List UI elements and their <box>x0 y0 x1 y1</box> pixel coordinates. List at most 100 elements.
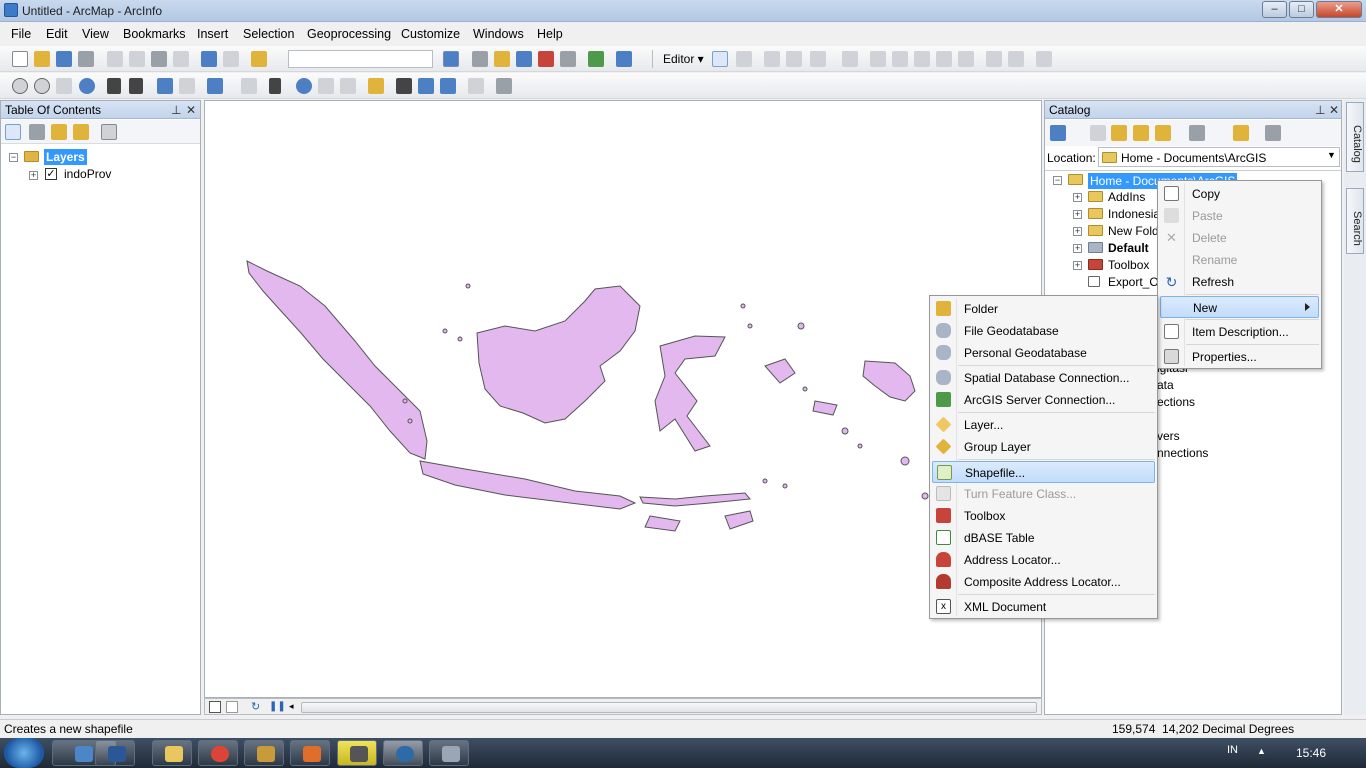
html-popup-icon[interactable] <box>340 78 356 94</box>
python-window-icon[interactable] <box>560 51 576 67</box>
menu-windows[interactable]: Windows <box>473 27 524 41</box>
whats-this-icon[interactable] <box>616 51 632 67</box>
catalog-pin-icon[interactable]: ⊥ <box>1315 103 1325 117</box>
catalog-side-tab[interactable]: Catalog <box>1346 102 1364 172</box>
submenu-item-composite-address-locator[interactable]: Composite Address Locator... <box>932 571 1155 593</box>
trace-icon[interactable] <box>810 51 826 67</box>
submenu-item-toolbox[interactable]: Toolbox <box>932 505 1155 527</box>
menu-customize[interactable]: Customize <box>401 27 460 41</box>
list-by-drawing-order-icon[interactable] <box>5 124 21 140</box>
data-view-icon[interactable] <box>209 701 221 713</box>
add-data-icon[interactable] <box>251 51 267 67</box>
layout-view-icon[interactable] <box>226 701 238 713</box>
zoom-in-icon[interactable] <box>12 78 28 94</box>
tree-item-partial[interactable]: nnections <box>1157 446 1208 460</box>
identify-icon[interactable] <box>296 78 312 94</box>
find-route-icon[interactable] <box>418 78 434 94</box>
submenu-item-spatial-db-connection[interactable]: Spatial Database Connection... <box>932 367 1155 389</box>
delete-icon[interactable] <box>173 51 189 67</box>
copy-icon[interactable] <box>129 51 145 67</box>
editor-options-icon[interactable] <box>1036 51 1052 67</box>
goto-xy-icon[interactable] <box>440 78 456 94</box>
tree-item[interactable]: Toolbox <box>1108 258 1149 272</box>
list-by-selection-icon[interactable] <box>73 124 89 140</box>
tree-expand-icon[interactable]: + <box>1073 227 1082 236</box>
map-view[interactable] <box>204 100 1042 698</box>
taskbar-arccatalog[interactable] <box>429 740 469 766</box>
taskbar-app-6[interactable] <box>337 740 377 766</box>
up-one-level-icon[interactable] <box>1111 125 1127 141</box>
editor-menu[interactable]: Editor ▾ <box>663 52 704 66</box>
minimize-button[interactable]: – <box>1262 1 1287 18</box>
submenu-item-address-locator[interactable]: Address Locator... <box>932 549 1155 571</box>
toggle-contents-icon[interactable] <box>1265 125 1281 141</box>
select-features-icon[interactable] <box>207 78 223 94</box>
arctoolbox-icon[interactable] <box>538 51 554 67</box>
back-icon[interactable] <box>1050 125 1066 141</box>
scale-combo[interactable] <box>288 50 433 68</box>
layer-indoprov[interactable]: indoProv <box>64 167 111 181</box>
views-icon[interactable] <box>1189 125 1205 141</box>
taskbar-explorer[interactable] <box>152 740 192 766</box>
menu-view[interactable]: View <box>82 27 109 41</box>
menu-item-item-description[interactable]: Item Description... <box>1160 321 1319 343</box>
clock[interactable]: 15:46 <box>1296 746 1326 760</box>
open-icon[interactable] <box>34 51 50 67</box>
menu-file[interactable]: File <box>11 27 31 41</box>
measure-icon[interactable] <box>368 78 384 94</box>
submenu-item-arcgis-server-connection[interactable]: ArcGIS Server Connection... <box>932 389 1155 411</box>
full-extent-icon[interactable] <box>79 78 95 94</box>
modelbuilder-icon[interactable] <box>588 51 604 67</box>
pin-icon[interactable]: ⊥ <box>171 103 181 117</box>
location-combo[interactable]: Home - Documents\ArcGIS ▼ <box>1098 147 1340 167</box>
start-button[interactable] <box>4 738 44 768</box>
forward-icon[interactable] <box>1090 125 1106 141</box>
toc-close-icon[interactable]: ✕ <box>186 103 196 117</box>
attributes-icon[interactable] <box>986 51 1002 67</box>
tree-item-partial[interactable]: vers <box>1157 429 1180 443</box>
expand-icon[interactable]: + <box>29 171 38 180</box>
list-by-source-icon[interactable] <box>29 124 45 140</box>
menu-geoprocessing[interactable]: Geoprocessing <box>307 27 391 41</box>
refresh-icon[interactable]: ↻ <box>251 701 263 713</box>
fixed-zoom-out-icon[interactable] <box>129 78 143 94</box>
menu-item-properties[interactable]: Properties... <box>1160 346 1319 368</box>
fixed-zoom-in-icon[interactable] <box>107 78 121 94</box>
point-icon[interactable] <box>842 51 858 67</box>
cut-icon[interactable] <box>107 51 123 67</box>
back-extent-icon[interactable] <box>157 78 173 94</box>
reshape-icon[interactable] <box>892 51 908 67</box>
create-viewer-icon[interactable] <box>496 78 512 94</box>
tree-item-partial[interactable]: ata <box>1157 378 1174 392</box>
collapse-icon[interactable]: − <box>9 153 18 162</box>
toc-window-icon[interactable] <box>472 51 488 67</box>
submenu-item-dbase-table[interactable]: dBASE Table <box>932 527 1155 549</box>
menu-item-refresh[interactable]: ↻ Refresh <box>1160 271 1319 293</box>
taskbar-app-4[interactable] <box>244 740 284 766</box>
pointer-icon[interactable] <box>269 78 281 94</box>
select-elements-icon[interactable] <box>241 78 257 94</box>
tree-expand-icon[interactable]: + <box>1073 261 1082 270</box>
tray-arrow-icon[interactable]: ▲ <box>1257 746 1266 756</box>
menu-item-new[interactable]: New <box>1160 296 1319 318</box>
menu-selection[interactable]: Selection <box>243 27 294 41</box>
taskbar-arcmap[interactable] <box>383 740 423 766</box>
zoom-out-icon[interactable] <box>34 78 50 94</box>
maximize-button[interactable]: □ <box>1289 1 1314 18</box>
taskbar-pdf[interactable] <box>290 740 330 766</box>
scroll-left-icon[interactable]: ◂ <box>289 701 294 712</box>
list-by-visibility-icon[interactable] <box>51 124 67 140</box>
layer-visibility-checkbox[interactable]: ✓ <box>45 168 57 180</box>
forward-extent-icon[interactable] <box>179 78 195 94</box>
tree-item[interactable]: Indonesia <box>1108 207 1160 221</box>
endpoint-arc-icon[interactable] <box>786 51 802 67</box>
home-icon[interactable] <box>1133 125 1149 141</box>
submenu-item-xml-document[interactable]: x XML Document <box>932 596 1155 618</box>
time-slider-icon[interactable] <box>468 78 484 94</box>
new-folder-icon[interactable] <box>1233 125 1249 141</box>
tree-item-partial[interactable]: ections <box>1157 395 1195 409</box>
save-icon[interactable] <box>56 51 72 67</box>
pause-drawing-icon[interactable]: ❚❚ <box>269 701 286 713</box>
search-side-tab[interactable]: Search <box>1346 188 1364 254</box>
close-button[interactable]: ✕ <box>1316 1 1362 18</box>
